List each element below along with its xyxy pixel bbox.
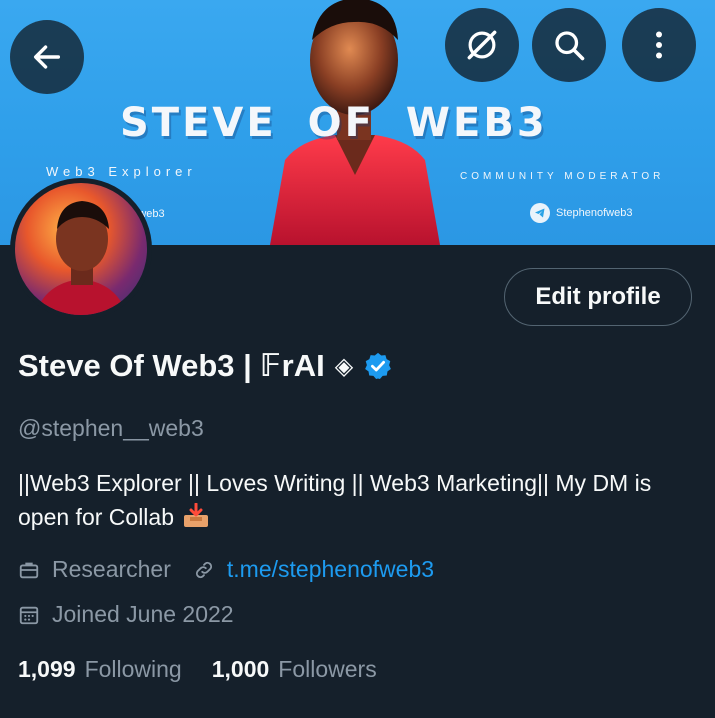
profile-name-row: Steve Of Web3 | 𝔽rAI ◈ bbox=[18, 348, 393, 384]
profile-meta-row: Researcher t.me/stephenofweb3 bbox=[18, 556, 434, 583]
joined-text: Joined June 2022 bbox=[52, 601, 234, 627]
calendar-icon bbox=[18, 604, 40, 626]
telegram-icon bbox=[530, 203, 550, 223]
following-count: 1,099 bbox=[18, 656, 76, 682]
profile-link-text[interactable]: t.me/stephenofweb3 bbox=[227, 556, 434, 583]
followers-count: 1,000 bbox=[211, 656, 270, 682]
banner-subtitle: Web3 Explorer bbox=[46, 164, 197, 179]
following-label: Following bbox=[84, 656, 182, 682]
search-icon bbox=[555, 31, 585, 61]
grok-button[interactable] bbox=[445, 8, 519, 82]
link-icon bbox=[193, 559, 215, 581]
more-vertical-icon bbox=[656, 31, 662, 59]
profession-text: Researcher bbox=[52, 556, 171, 582]
follow-stats: 1,099 Following 1,000 Followers bbox=[18, 656, 377, 683]
banner-role: COMMUNITY MODERATOR bbox=[460, 171, 665, 182]
profile-handle: @stephen__web3 bbox=[18, 415, 204, 441]
avatar-image bbox=[15, 183, 147, 315]
following-link[interactable]: 1,099 Following bbox=[18, 656, 182, 683]
profile-link[interactable]: t.me/stephenofweb3 bbox=[193, 556, 434, 583]
edit-profile-button[interactable]: Edit profile bbox=[504, 268, 692, 326]
name-symbol: ◈ bbox=[334, 352, 354, 380]
more-options-button[interactable] bbox=[622, 8, 696, 82]
grok-icon bbox=[467, 30, 497, 60]
bio-text: ||Web3 Explorer || Loves Writing || Web3… bbox=[18, 470, 652, 530]
banner-telegram: Stephenofweb3 bbox=[530, 203, 632, 223]
avatar-portrait bbox=[35, 201, 127, 315]
banner-telegram-text: Stephenofweb3 bbox=[556, 207, 633, 219]
profile-avatar[interactable] bbox=[10, 178, 152, 320]
back-button[interactable] bbox=[10, 20, 84, 94]
arrow-left-icon bbox=[33, 45, 61, 69]
followers-link[interactable]: 1,000 Followers bbox=[212, 656, 377, 683]
verified-badge-icon[interactable] bbox=[363, 351, 393, 381]
followers-label: Followers bbox=[278, 656, 377, 682]
inbox-tray-icon bbox=[182, 502, 210, 538]
search-button[interactable] bbox=[532, 8, 606, 82]
banner-title: STEVE OF WEB3 bbox=[120, 100, 548, 146]
joined-row: Joined June 2022 bbox=[18, 601, 234, 628]
profile-bio: ||Web3 Explorer || Loves Writing || Web3… bbox=[18, 466, 698, 538]
display-name: Steve Of Web3 | 𝔽rAI bbox=[18, 348, 325, 383]
briefcase-icon bbox=[18, 559, 40, 581]
